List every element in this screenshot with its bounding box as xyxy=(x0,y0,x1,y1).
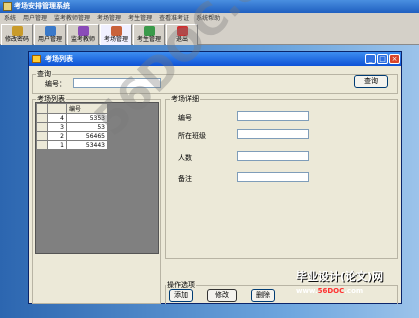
room-icon xyxy=(110,26,122,36)
delete-button[interactable]: 删除 xyxy=(251,289,275,302)
close-button[interactable]: × xyxy=(389,54,400,64)
room-id-cell: 56465 xyxy=(66,131,108,141)
toolbar-user-management-button[interactable]: 用户管理 xyxy=(34,24,66,46)
toolbar-button-label: 考场管理 xyxy=(103,36,128,43)
dialog-icon xyxy=(32,55,41,63)
row-number-cell: 1 xyxy=(47,140,67,150)
detail-count-input[interactable] xyxy=(237,151,309,161)
maximize-icon: □ xyxy=(379,55,386,63)
detail-count-label: 人数 xyxy=(178,154,192,162)
row-selector[interactable] xyxy=(36,140,48,150)
row-number-cell: 3 xyxy=(47,122,67,132)
menu-item-rooms[interactable]: 考场管理 xyxy=(97,13,121,24)
row-selector[interactable] xyxy=(36,113,48,123)
row-number-cell: 4 xyxy=(47,113,67,123)
query-button[interactable]: 查询 xyxy=(354,75,388,88)
branding-title: 毕业设计(论文)网 xyxy=(296,270,384,283)
toolbar-change-password-button[interactable]: 修改密码 xyxy=(1,24,33,46)
maximize-button[interactable]: □ xyxy=(377,54,388,64)
app-icon xyxy=(3,2,12,11)
branding-url-suffix: .com xyxy=(344,287,364,295)
branding-url: www.56DOC.com xyxy=(296,287,419,295)
detail-class-label: 所在班级 xyxy=(178,132,206,140)
row-number-header xyxy=(47,103,67,114)
minimize-button[interactable]: _ xyxy=(365,54,376,64)
footer-branding: 毕业设计(论文)网 www.56DOC.com xyxy=(296,268,419,318)
students-icon xyxy=(143,26,155,36)
row-number-cell: 2 xyxy=(47,131,67,141)
menu-item-system[interactable]: 系统 xyxy=(4,13,16,24)
menu-item-users[interactable]: 用户管理 xyxy=(23,13,47,24)
minimize-icon: _ xyxy=(368,55,373,63)
table-row[interactable]: 2 56465 xyxy=(36,131,108,141)
key-icon xyxy=(11,26,23,36)
menu-item-students[interactable]: 考生管理 xyxy=(128,13,152,24)
query-group-label: 查询 xyxy=(36,69,52,79)
detail-id-input[interactable] xyxy=(237,111,309,121)
row-selector-header xyxy=(36,103,48,114)
toolbar-button-label: 用户管理 xyxy=(37,36,62,43)
users-icon xyxy=(44,26,56,36)
branding-url-red: 56DOC xyxy=(317,287,345,295)
table-row[interactable]: 3 53 xyxy=(36,122,108,132)
menu-item-proctors[interactable]: 监考教师管理 xyxy=(54,13,90,24)
add-button[interactable]: 添加 xyxy=(169,289,193,302)
detail-remark-label: 备注 xyxy=(178,175,192,183)
dialog-title: 考场列表 xyxy=(45,55,73,63)
detail-remark-input[interactable] xyxy=(237,172,309,182)
row-selector[interactable] xyxy=(36,131,48,141)
query-id-label: 编号： xyxy=(45,80,66,88)
app-title: 考场安排管理系统 xyxy=(14,2,70,10)
edit-button[interactable]: 修改 xyxy=(207,289,237,302)
toolbar-button-label: 修改密码 xyxy=(4,36,29,43)
close-icon: × xyxy=(391,55,398,63)
detail-id-label: 编号 xyxy=(178,114,192,122)
row-selector[interactable] xyxy=(36,122,48,132)
table-row[interactable]: 1 53443 xyxy=(36,140,108,150)
branding-url-prefix: www. xyxy=(296,287,318,295)
toolbar-proctor-button[interactable]: 监考教师 xyxy=(67,24,99,46)
toolbar-button-label: 监考教师 xyxy=(70,36,95,43)
room-id-cell: 53443 xyxy=(66,140,108,150)
toolbar-room-management-button[interactable]: 考场管理 xyxy=(100,24,132,46)
detail-class-input[interactable] xyxy=(237,129,309,139)
teacher-icon xyxy=(77,26,89,36)
room-list-dialog: 考场列表 _ □ × 查询 编号： 查询 考场列表 编号 4 5353 3 53 xyxy=(28,51,402,304)
room-detail-group-label: 考场详细 xyxy=(170,94,200,104)
dialog-titlebar[interactable]: 考场列表 xyxy=(29,52,401,66)
